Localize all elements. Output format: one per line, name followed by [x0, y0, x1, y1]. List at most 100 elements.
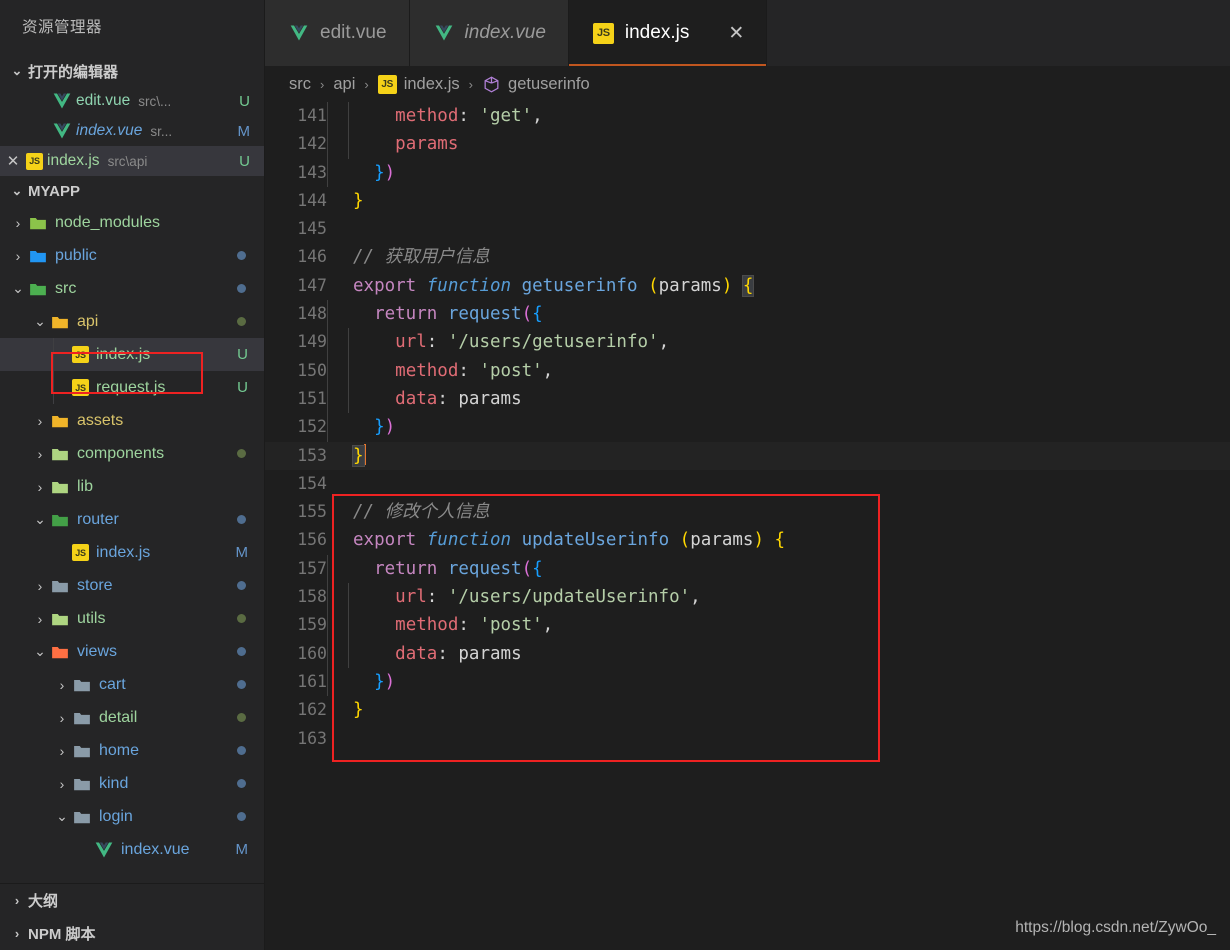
file-tree-item-login[interactable]: ⌄ login: [0, 800, 264, 833]
chevron-right-icon[interactable]: ›: [8, 248, 28, 264]
file-tree-item-request-js[interactable]: JS request.js U: [0, 371, 264, 404]
open-editor-item[interactable]: index.vue sr... M: [0, 116, 264, 146]
editor-tab-index-vue[interactable]: index.vue: [409, 0, 569, 66]
sidebar-section-outline[interactable]: › 大纲: [0, 884, 264, 917]
sidebar-bottom-sections: › 大纲 › NPM 脚本: [0, 883, 264, 950]
chevron-down-icon[interactable]: ⌄: [52, 808, 72, 825]
js-icon: JS: [592, 22, 614, 44]
file-tree-item-cart[interactable]: › cart: [0, 668, 264, 701]
code-text: }: [327, 696, 1230, 724]
open-editor-item[interactable]: ✕ JS index.js src\api U: [0, 146, 264, 176]
code-editor[interactable]: 141 method: 'get', 142 params 143 }) 144} 14…: [265, 102, 1230, 950]
js-icon: JS: [377, 74, 397, 94]
file-tree-item-utils[interactable]: › utils: [0, 602, 264, 635]
file-tree-label: src: [55, 279, 77, 297]
code-token: request: [447, 558, 522, 579]
chevron-right-icon[interactable]: ›: [52, 677, 72, 693]
code-text: method: 'post',: [327, 611, 1230, 640]
file-tree-item-public[interactable]: › public: [0, 239, 264, 272]
code-token: export: [353, 530, 417, 551]
folder-icon: [28, 280, 48, 298]
chevron-right-icon[interactable]: ›: [52, 710, 72, 726]
code-text: url: '/users/getuserinfo',: [327, 328, 1230, 357]
file-tree-item-index-js[interactable]: JS index.js U: [0, 338, 264, 371]
code-line: 155 // 修改个人信息: [265, 498, 1230, 526]
folder-icon: [28, 247, 48, 265]
code-token: params: [690, 530, 754, 551]
js-icon: JS: [72, 379, 89, 396]
chevron-down-icon[interactable]: ⌄: [30, 643, 50, 660]
file-tree-item-index-vue[interactable]: index.vue M: [0, 833, 264, 866]
code-token: ,: [658, 332, 670, 353]
sidebar-section-npm-scripts[interactable]: › NPM 脚本: [0, 917, 264, 950]
code-token: return: [374, 304, 438, 325]
code-text: export function getuserinfo (params) {: [327, 272, 1230, 300]
file-tree-item-node_modules[interactable]: › node_modules: [0, 206, 264, 239]
file-tree-item-src[interactable]: ⌄ src: [0, 272, 264, 305]
chevron-right-icon[interactable]: ›: [30, 479, 50, 495]
chevron-right-icon[interactable]: ›: [30, 611, 50, 627]
chevron-right-icon[interactable]: ›: [8, 215, 28, 231]
chevron-down-icon[interactable]: ⌄: [30, 313, 50, 330]
editor-tab-edit-vue[interactable]: edit.vue: [265, 0, 410, 66]
file-tree-item-store[interactable]: › store: [0, 569, 264, 602]
line-number: 152: [297, 417, 327, 437]
file-tree-item-detail[interactable]: › detail: [0, 701, 264, 734]
chevron-right-icon[interactable]: ›: [52, 743, 72, 759]
code-text: return request({: [327, 554, 1230, 584]
folder-icon: [72, 742, 92, 760]
line-number: 148: [297, 304, 327, 324]
breadcrumb-label: src: [289, 74, 311, 93]
git-status-badge: M: [235, 544, 249, 561]
chevron-down-icon[interactable]: ⌄: [30, 511, 50, 528]
file-tree-item-api[interactable]: ⌄ api: [0, 305, 264, 338]
file-tree-item-kind[interactable]: › kind: [0, 767, 264, 800]
code-token: {: [774, 530, 786, 551]
chevron-right-icon[interactable]: ›: [30, 413, 50, 429]
symbol-cube-icon: [482, 75, 501, 94]
breadcrumb-item-api[interactable]: api: [333, 75, 355, 94]
tab-label: index.vue: [464, 22, 546, 43]
code-token: params: [658, 275, 722, 296]
file-tree-item-components[interactable]: › components: [0, 437, 264, 470]
chevron-down-icon[interactable]: ⌄: [8, 280, 28, 297]
close-icon[interactable]: ✕: [0, 152, 26, 170]
file-tree-item-index-js[interactable]: JS index.js M: [0, 536, 264, 569]
chevron-right-icon: ›: [14, 926, 20, 941]
folder-status-dot: [237, 647, 246, 656]
chevron-right-icon[interactable]: ›: [30, 446, 50, 462]
file-tree-item-home[interactable]: › home: [0, 734, 264, 767]
code-token: 'post': [479, 360, 543, 381]
line-number: 153: [297, 445, 327, 465]
code-token: :: [458, 106, 480, 126]
close-icon[interactable]: ✕: [728, 24, 744, 43]
editor-tab-index-js[interactable]: JS index.js ✕: [568, 0, 768, 66]
file-tree-item-assets[interactable]: › assets: [0, 404, 264, 437]
indent-guide: [327, 158, 328, 187]
line-number: 147: [297, 275, 327, 295]
open-editor-path: src\...: [138, 93, 172, 109]
vue-icon: [52, 91, 72, 111]
code-text: }: [327, 442, 1230, 470]
chevron-right-icon[interactable]: ›: [30, 578, 50, 594]
breadcrumb-item-index-js[interactable]: JS index.js: [377, 74, 460, 94]
open-editors-section-header[interactable]: ⌄ 打开的编辑器: [0, 56, 264, 86]
folder-status-dot: [237, 614, 246, 623]
code-token: export: [353, 275, 417, 296]
breadcrumb-item-src[interactable]: src: [289, 75, 311, 94]
open-editor-item[interactable]: edit.vue src\... U: [0, 86, 264, 116]
line-number: 158: [297, 587, 327, 607]
code-token: :: [458, 615, 480, 636]
project-section-header[interactable]: ⌄ MYAPP: [0, 176, 264, 206]
code-line: 153}: [265, 441, 1230, 470]
breadcrumb-item-getuserinfo[interactable]: getuserinfo: [482, 75, 590, 94]
open-editor-name: index.js: [47, 152, 100, 169]
chevron-right-icon[interactable]: ›: [52, 776, 72, 792]
file-tree-item-lib[interactable]: › lib: [0, 470, 264, 503]
file-tree-label: kind: [99, 774, 129, 792]
file-tree-item-views[interactable]: ⌄ views: [0, 635, 264, 668]
file-tree-item-router[interactable]: ⌄ router: [0, 503, 264, 536]
